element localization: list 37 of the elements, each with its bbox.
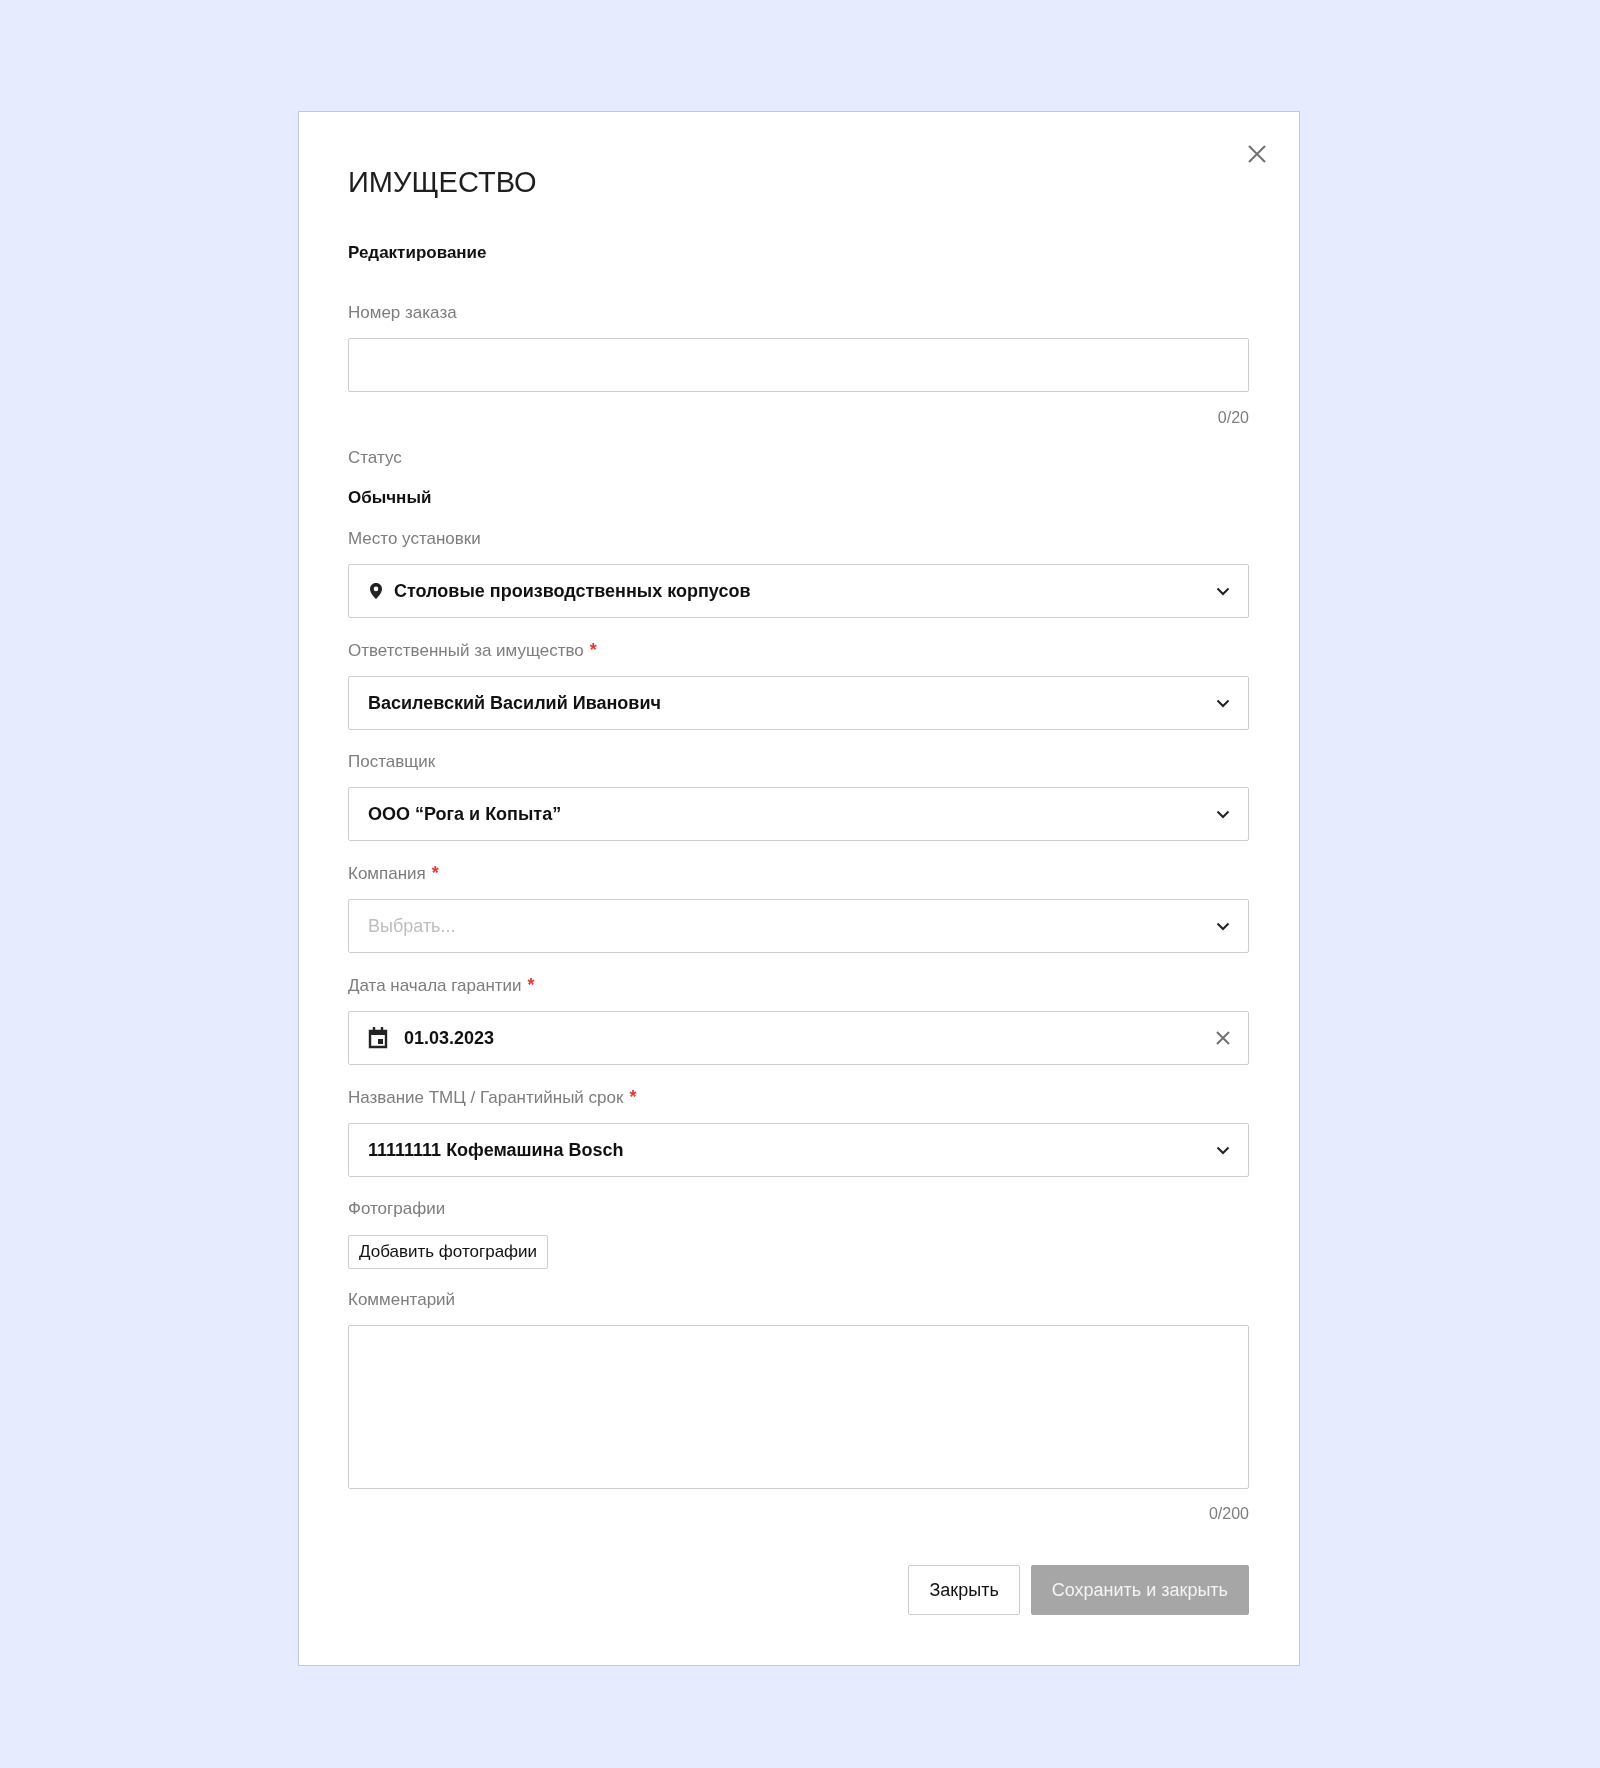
status-value: Обычный — [348, 487, 433, 509]
calendar-icon — [368, 1027, 388, 1049]
chevron-down-icon — [1216, 809, 1230, 819]
field-label: Компания — [348, 863, 426, 885]
location-pin-icon — [370, 583, 382, 599]
dialog-title: ИМУЩЕСТВО — [348, 165, 538, 200]
required-mark: * — [431, 862, 439, 884]
chevron-down-icon — [1216, 1145, 1230, 1155]
field-label: Номер заказа — [348, 302, 457, 324]
field-label: Статус — [348, 447, 402, 469]
select-field[interactable]: Столовые производственных корпусов — [348, 564, 1249, 618]
clear-icon[interactable] — [1216, 1031, 1230, 1045]
required-mark: * — [629, 1086, 637, 1108]
field-label: Ответственный за имущество — [348, 640, 584, 662]
field-label: Место установки — [348, 528, 481, 550]
char-counter: 0/200 — [1207, 1504, 1249, 1524]
chevron-down-icon — [1216, 921, 1230, 931]
chevron-down-icon — [1216, 698, 1230, 708]
dialog-subtitle: Редактирование — [348, 242, 488, 264]
close-button[interactable]: Закрыть — [908, 1565, 1020, 1615]
field-label: Фотографии — [348, 1198, 446, 1220]
field-label: Название ТМЦ / Гарантийный срок — [348, 1087, 624, 1109]
required-mark: * — [527, 974, 535, 996]
required-mark: * — [589, 639, 597, 661]
field-label: Поставщик — [348, 751, 436, 773]
close-icon[interactable] — [1247, 144, 1267, 164]
chevron-down-icon — [1216, 586, 1230, 596]
select-field[interactable]: ООО “Рога и Копыта” — [348, 787, 1249, 841]
field-label: Комментарий — [348, 1289, 456, 1311]
input-field[interactable] — [348, 338, 1249, 392]
char-counter: 0/20 — [1216, 408, 1249, 428]
add-photos-button[interactable]: Добавить фотографии — [348, 1235, 549, 1269]
field-label: Дата начала гарантии — [348, 975, 522, 997]
comment-field[interactable] — [348, 1325, 1249, 1489]
select-field[interactable]: Василевский Василий Иванович — [348, 676, 1249, 730]
select-field[interactable]: 11111111 Кофемашина Bosch — [348, 1123, 1249, 1177]
date-field[interactable]: 01.03.2023 — [348, 1011, 1249, 1065]
